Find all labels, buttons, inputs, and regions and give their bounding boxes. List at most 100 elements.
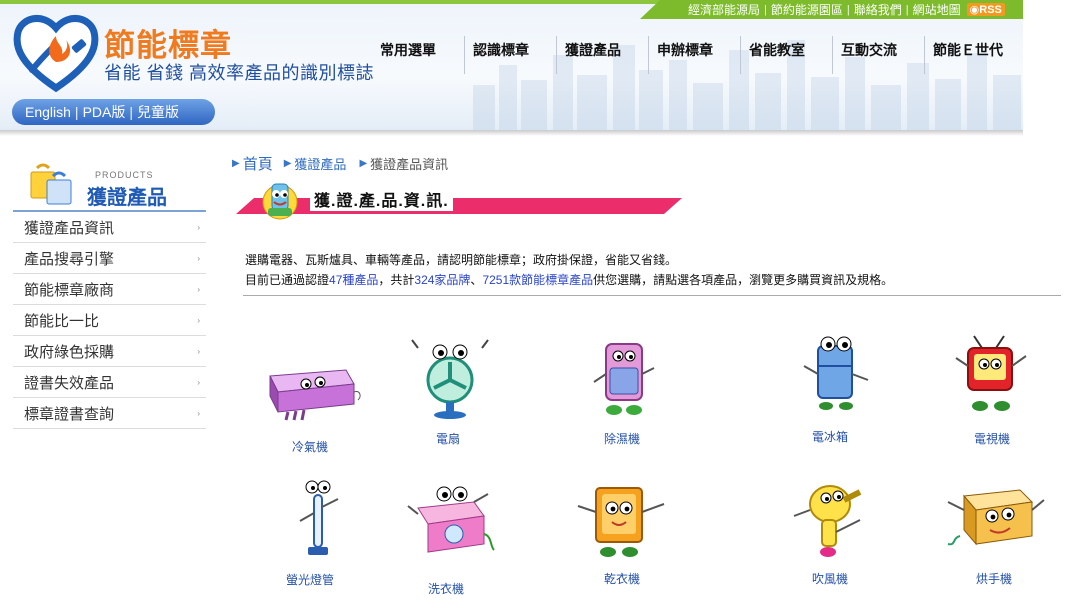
top-link-separator: |	[764, 3, 767, 16]
chevron-right-icon: ›	[197, 315, 200, 325]
model-count-link[interactable]: 7251款節能標章產品	[482, 273, 593, 287]
product-label: 烘手機	[976, 572, 1013, 586]
intro-text: 選購電器、瓦斯爐具、車輛等產品，請認明節能標章；政府掛保證，省能又省錢。 目前已…	[245, 250, 893, 290]
sidebar-item-cert-query[interactable]: 標章證書查詢 ›	[13, 398, 206, 429]
product-label: 除濕機	[604, 432, 641, 446]
sidebar-header-en: PRODUCTS	[95, 170, 154, 180]
sidebar-item-label: 證書失效產品	[24, 374, 115, 392]
product-dehumidifier[interactable]: 除濕機	[588, 338, 660, 446]
sidebar-item-green-procurement[interactable]: 政府綠色採購 ›	[13, 336, 206, 367]
product-clothes-dryer[interactable]: 乾衣機	[574, 482, 670, 586]
top-link-sitemap[interactable]: 網站地圖	[913, 1, 961, 18]
content-divider	[243, 295, 1061, 296]
product-hair-dryer[interactable]: 吹風機	[790, 480, 874, 586]
sidebar-item-compare[interactable]: 節能比一比 ›	[13, 305, 206, 336]
product-label: 電視機	[974, 432, 1011, 446]
sidebar-header-title: 獲證產品	[87, 187, 167, 209]
product-electric-fan[interactable]: 電扇	[410, 336, 490, 446]
nav-energy-classroom[interactable]: 省能教室	[740, 36, 832, 74]
banner-stripe	[236, 198, 682, 214]
breadcrumb-home[interactable]: 首頁	[243, 153, 273, 174]
chevron-right-icon: ›	[197, 408, 200, 418]
product-refrigerator[interactable]: 電冰箱	[796, 334, 876, 444]
nav-about-label[interactable]: 認識標章	[464, 36, 556, 74]
sidebar-item-label: 節能比一比	[24, 312, 100, 330]
sidebar-menu: 獲證產品資訊 › 產品搜尋引擎 › 節能標章廠商 › 節能比一比 › 政府綠色採購 › 證…	[13, 212, 206, 429]
clothes-dryer-icon	[577, 487, 665, 557]
product-air-conditioner[interactable]: 冷氣機	[262, 362, 366, 454]
sidebar: PRODUCTS 獲證產品 獲證產品資訊 › 產品搜尋引擎 › 節能標章廠商 › 節能…	[13, 160, 206, 429]
energy-label-logo[interactable]	[12, 10, 100, 94]
top-link-contact[interactable]: 聯絡我們	[854, 1, 902, 18]
site-slogan: 省能 省錢 高效率產品的識別標誌	[104, 63, 375, 83]
television-icon	[955, 335, 1027, 411]
shopping-bag-icon	[30, 163, 72, 205]
nav-interaction[interactable]: 互動交流	[832, 36, 924, 74]
top-link-separator: |	[846, 3, 850, 16]
product-label: 乾衣機	[604, 572, 641, 586]
lang-separator: |	[74, 104, 79, 120]
chevron-right-icon: ›	[197, 222, 200, 232]
chevron-right-icon: ›	[197, 346, 200, 356]
rss-button[interactable]: ◉RSS	[966, 3, 1005, 16]
washing-machine-icon	[407, 486, 495, 553]
product-washing-machine[interactable]: 洗衣機	[404, 484, 496, 596]
intro-text-part: 、	[470, 273, 483, 287]
product-hand-dryer[interactable]: 烘手機	[946, 480, 1046, 586]
lang-link-pda[interactable]: PDA版	[83, 102, 126, 122]
intro-text-part: 目前已通過認證	[245, 273, 330, 287]
electric-fan-icon	[411, 339, 489, 419]
play-arrow-icon: ▶	[283, 158, 292, 169]
refrigerator-icon	[803, 336, 869, 410]
nav-apply-label[interactable]: 申辦標章	[648, 36, 740, 74]
product-label: 電冰箱	[812, 430, 849, 444]
language-switcher: English | PDA版 | 兒童版	[12, 99, 215, 125]
hand-dryer-icon	[947, 489, 1045, 546]
page-title: 獲.證.產.品.資.訊.	[310, 187, 453, 211]
sidebar-header: PRODUCTS 獲證產品	[13, 160, 206, 212]
sidebar-item-search-engine[interactable]: 產品搜尋引擎 ›	[13, 243, 206, 274]
play-arrow-icon: ▶	[359, 158, 368, 169]
chevron-right-icon: ›	[197, 253, 200, 263]
chevron-right-icon: ›	[197, 284, 200, 294]
header-shadow	[0, 130, 1023, 136]
breadcrumb-category[interactable]: 獲證產品	[294, 154, 346, 173]
nav-certified-products[interactable]: 獲證產品	[556, 36, 648, 74]
brand-count-link[interactable]: 324家品牌	[414, 273, 470, 287]
intro-line-1: 選購電器、瓦斯爐具、車輛等產品，請認明節能標章；政府掛保證，省能又省錢。	[245, 253, 678, 267]
nav-common-menu[interactable]: 常用選單	[372, 36, 464, 74]
main-navigation: 常用選單 認識標章 獲證產品 申辦標章 省能教室 互動交流 節能Ｅ世代	[372, 36, 1016, 74]
site-header: 經濟部能源局 | 節約能源園區 | 聯絡我們 | 網站地圖 ◉RSS 節能標章 …	[0, 0, 1023, 130]
lang-link-english[interactable]: English	[25, 104, 71, 120]
product-count-link[interactable]: 47種產品	[329, 273, 378, 287]
top-link-energy-bureau[interactable]: 經濟部能源局	[688, 1, 760, 18]
product-label: 洗衣機	[428, 582, 465, 596]
air-conditioner-icon	[269, 369, 361, 421]
dehumidifier-icon	[593, 343, 655, 415]
product-label: 吹風機	[812, 572, 849, 586]
sidebar-item-label: 獲證產品資訊	[24, 219, 115, 237]
lang-link-kids[interactable]: 兒童版	[137, 102, 179, 122]
hair-dryer-icon	[793, 485, 862, 557]
breadcrumb-current: 獲證產品資訊	[370, 157, 449, 172]
mascot-icon	[262, 183, 298, 220]
product-label: 冷氣機	[292, 440, 329, 454]
breadcrumb: ▶ 首頁 ▶ 獲證產品 ▶ 獲證產品資訊	[232, 153, 448, 174]
sidebar-item-vendors[interactable]: 節能標章廠商 ›	[13, 274, 206, 305]
rss-label: RSS	[979, 4, 1002, 16]
top-link-separator: |	[905, 3, 909, 16]
product-label: 螢光燈管	[286, 573, 335, 587]
product-fluorescent-lamp[interactable]: 螢光燈管	[286, 477, 348, 587]
chevron-right-icon: ›	[197, 377, 200, 387]
lang-separator: |	[129, 104, 133, 120]
product-label: 電扇	[436, 432, 461, 446]
sidebar-item-product-info[interactable]: 獲證產品資訊 ›	[13, 212, 206, 243]
play-arrow-icon: ▶	[232, 158, 240, 169]
sidebar-item-label: 產品搜尋引擎	[24, 250, 115, 268]
nav-e-generation[interactable]: 節能Ｅ世代	[924, 36, 1016, 74]
sidebar-item-invalid-certs[interactable]: 證書失效產品 ›	[13, 367, 206, 398]
intro-line-2: 目前已通過認證47種產品，共計324家品牌、7251款節能標章產品供您選購，請點…	[245, 270, 893, 290]
product-television[interactable]: 電視機	[952, 334, 1032, 446]
page-title-banner: 獲.證.產.品.資.訊.	[236, 180, 682, 220]
top-link-energy-park[interactable]: 節約能源園區	[771, 1, 843, 18]
